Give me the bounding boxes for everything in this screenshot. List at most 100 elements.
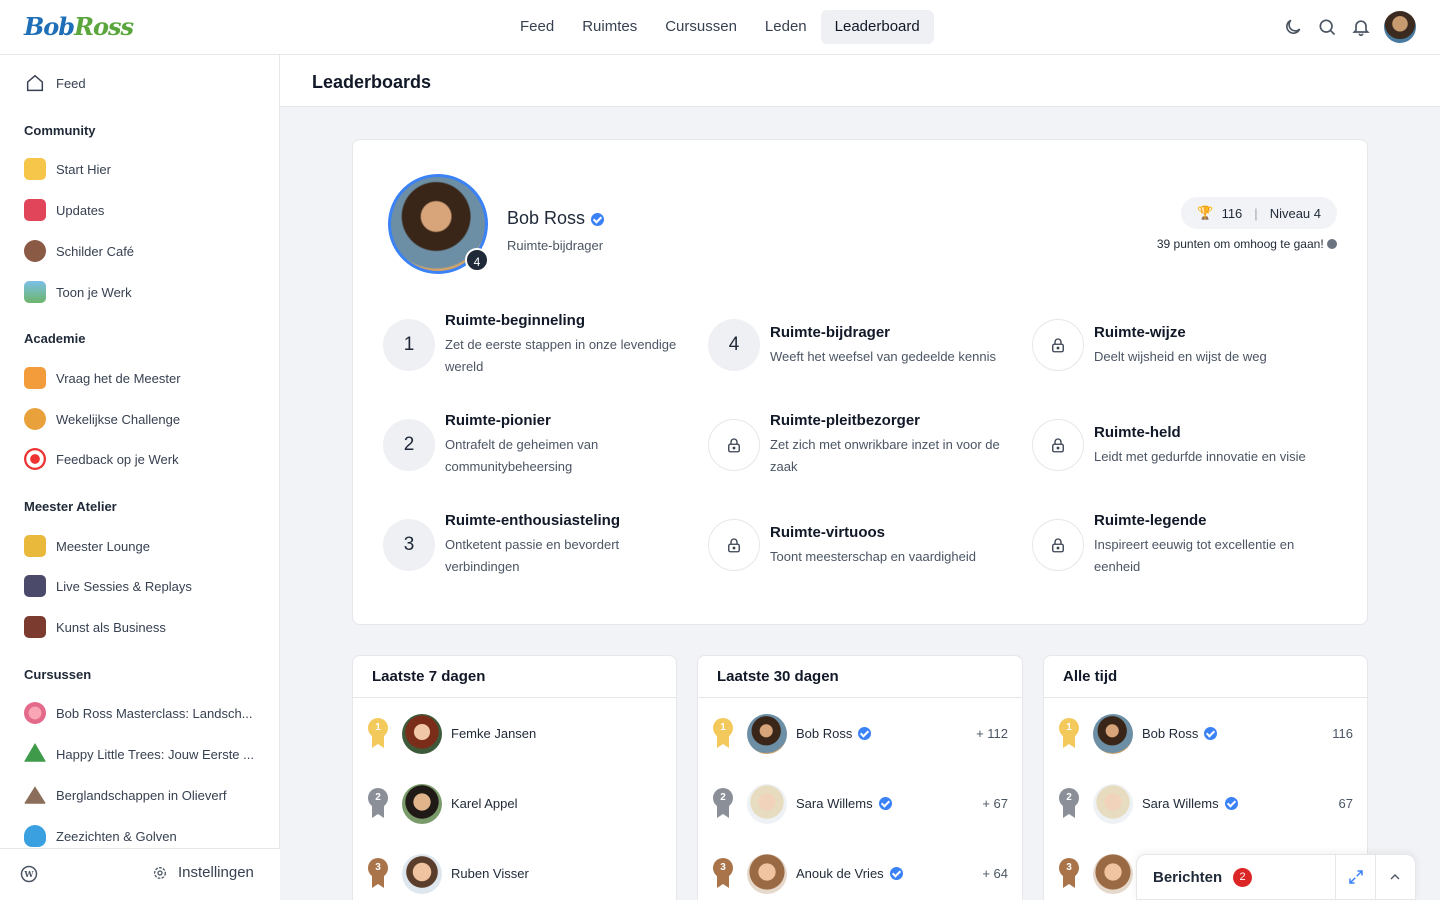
sidebar-item-live-sessies[interactable]: Live Sessies & Replays [24,574,264,598]
sidebar-item-vraag-meester[interactable]: Vraag het de Meester [24,366,264,390]
sidebar-item-feedback[interactable]: Feedback op je Werk [24,447,264,471]
sidebar-item-toon-je-werk[interactable]: Toon je Werk [24,280,264,304]
table-row[interactable]: 1 Bob Ross + 112 [698,708,1022,758]
table-row[interactable]: 2 Sara Willems 67 [1044,778,1367,828]
level-description: Ontrafelt de geheimen van communitybehee… [445,437,599,474]
nav-leden[interactable]: Leden [751,10,821,44]
nav-cursussen[interactable]: Cursussen [651,10,751,44]
avatar[interactable] [747,714,787,754]
messages-panel[interactable]: Berichten 2 [1136,854,1416,900]
table-row[interactable]: 2 Karel Appel [353,778,676,828]
member-name[interactable]: Sara Willems [796,796,892,811]
level-description: Weeft het weefsel van gedeelde kennis [770,349,996,364]
question-person-icon [24,367,46,389]
settings-link[interactable]: Instellingen [178,864,254,881]
page-title: Leaderboards [312,72,432,92]
level-description: Deelt wijsheid en wijst de weg [1094,349,1267,364]
avatar[interactable] [1093,784,1133,824]
sidebar-item-updates[interactable]: Updates [24,198,264,222]
board-title: Alle tijd [1044,656,1367,698]
level-title: Ruimte-bijdrager [770,324,891,341]
member-name[interactable]: Sara Willems [1142,796,1238,811]
member-name[interactable]: Karel Appel [451,796,518,811]
sidebar-item-wekelijkse-challenge[interactable]: Wekelijkse Challenge [24,407,264,431]
bell-icon[interactable] [1350,16,1372,38]
avatar[interactable] [1093,714,1133,754]
table-row[interactable]: 1 Femke Jansen [353,708,676,758]
messages-label: Berichten [1153,869,1223,886]
level-description: Zet de eerste stappen in onze levendige … [445,337,677,374]
nav-leaderboard[interactable]: Leaderboard [820,10,934,44]
table-row[interactable]: 1 Bob Ross 116 [1044,708,1367,758]
member-name[interactable]: Ruben Visser [451,866,529,881]
search-icon[interactable] [1316,16,1338,38]
camera-icon [24,575,46,597]
top-nav: Feed Ruimtes Cursussen Leden Leaderboard [506,10,934,44]
level-title: Ruimte-held [1094,424,1181,441]
table-row[interactable]: 3 Ruben Visser [353,848,676,898]
member-name[interactable]: Anouk de Vries [796,866,903,881]
points-pill: 🏆 116 | Niveau 4 [1181,197,1337,229]
avatar[interactable] [1093,854,1133,894]
member-name[interactable]: Femke Jansen [451,726,536,741]
sidebar-item-feed[interactable]: Feed [24,71,264,95]
sidebar-item-course-masterclass[interactable]: Bob Ross Masterclass: Landsch... [24,701,264,725]
level-label: Niveau 4 [1269,205,1321,221]
target-icon [24,448,46,470]
lock-icon [708,419,760,471]
sidebar-item-schilder-cafe[interactable]: Schilder Café [24,239,264,263]
verified-icon [858,727,872,740]
rank-medal-icon: 3 [368,858,388,892]
board-title: Laatste 30 dagen [698,656,1022,698]
wave-icon [24,158,46,180]
rank-medal-icon: 1 [368,718,388,752]
level-description: Inspireert eeuwig tot excellentie en een… [1094,537,1295,574]
gear-icon [152,865,168,886]
leaderboard-30-dagen: Laatste 30 dagen 1 Bob Ross + 112 2 Sara Will… [697,655,1023,900]
verified-icon [878,797,892,810]
expand-icon[interactable] [1347,868,1365,891]
avatar[interactable] [402,714,442,754]
info-icon[interactable] [1327,239,1337,249]
coffee-icon [24,240,46,262]
level-item: Ruimte-virtuoos Toont meesterschap en vaa… [708,510,1028,580]
member-score: 116 [1332,726,1353,741]
nav-ruimtes[interactable]: Ruimtes [568,10,651,44]
leaderboard-7-dagen: Laatste 7 dagen 1 Femke Jansen 2 Karel Appel… [352,655,677,900]
profile-role: Ruimte-bijdrager [507,238,604,253]
table-row[interactable]: 3 Anouk de Vries + 64 [698,848,1022,898]
medal-icon [24,408,46,430]
lock-icon [1032,419,1084,471]
avatar[interactable] [747,784,787,824]
member-score: + 112 [976,726,1008,741]
sidebar-heading-community: Community [24,123,96,138]
table-row[interactable]: 2 Sara Willems + 67 [698,778,1022,828]
dark-mode-icon[interactable] [1282,16,1304,38]
level-title: Ruimte-beginneling [445,312,585,329]
user-avatar[interactable] [1384,11,1416,43]
brand-logo[interactable]: BobRoss [24,12,134,41]
sidebar-item-kunst-business[interactable]: Kunst als Business [24,615,264,639]
rank-medal-icon: 3 [713,858,733,892]
avatar[interactable] [402,784,442,824]
sidebar-item-course-zeezichten[interactable]: Zeezichten & Golven [24,824,264,848]
member-name[interactable]: Bob Ross [796,726,872,741]
nav-feed[interactable]: Feed [506,10,568,44]
sidebar-item-meester-lounge[interactable]: Meester Lounge [24,534,264,558]
sidebar-item-start-hier[interactable]: Start Hier [24,157,264,181]
trophy-icon [24,535,46,557]
level-item: 4 Ruimte-bijdrager Weeft het weefsel van g… [708,310,1028,380]
wordpress-icon[interactable]: W [20,865,38,888]
sidebar-item-course-bergen[interactable]: Berglandschappen in Olieverf [24,783,264,807]
level-title: Ruimte-wijze [1094,324,1186,341]
avatar[interactable] [747,854,787,894]
level-item: Ruimte-held Leidt met gedurfde innovatie … [1032,410,1352,480]
level-title: Ruimte-legende [1094,512,1207,529]
chevron-up-icon[interactable] [1387,869,1403,890]
sidebar-item-course-trees[interactable]: Happy Little Trees: Jouw Eerste ... [24,742,264,766]
level-item: 2 Ruimte-pionier Ontrafelt de geheimen van… [383,410,703,480]
top-bar: BobRoss Feed Ruimtes Cursussen Leden Lea… [0,0,1440,55]
level-number: 4 [708,319,760,371]
member-name[interactable]: Bob Ross [1142,726,1218,741]
avatar[interactable] [402,854,442,894]
